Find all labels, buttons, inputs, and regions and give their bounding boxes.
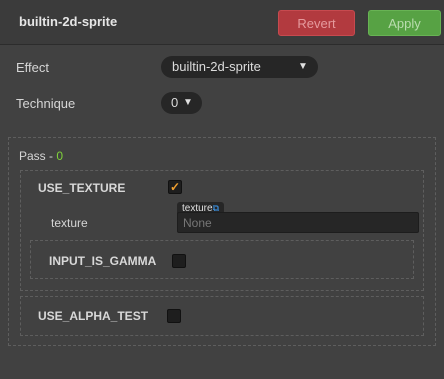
effect-select[interactable]: builtin-2d-sprite ▼	[161, 56, 318, 78]
pass-index: 0	[56, 149, 64, 163]
chevron-down-icon: ▼	[298, 61, 308, 72]
technique-value: 0	[171, 95, 179, 110]
asset-title: builtin-2d-sprite	[19, 14, 118, 29]
texture-label: texture	[51, 216, 88, 230]
use-texture-checkbox[interactable]: ✓	[168, 180, 182, 194]
pass-label: Pass - 0	[19, 149, 63, 163]
checkmark-icon: ✓	[169, 180, 181, 194]
use-alpha-test-label: USE_ALPHA_TEST	[38, 309, 149, 323]
apply-button[interactable]: Apply	[368, 10, 441, 36]
revert-button[interactable]: Revert	[278, 10, 355, 36]
effect-label: Effect	[16, 60, 50, 75]
use-alpha-test-checkbox[interactable]	[167, 309, 181, 323]
effect-value: builtin-2d-sprite	[172, 59, 261, 74]
input-is-gamma-label: INPUT_IS_GAMMA	[49, 254, 157, 268]
input-is-gamma-checkbox[interactable]	[172, 254, 186, 268]
chevron-down-icon: ▼	[183, 97, 193, 108]
inspector-header: builtin-2d-sprite Revert Apply	[0, 0, 444, 45]
use-texture-label: USE_TEXTURE	[38, 181, 126, 195]
texture-asset-field[interactable]: None	[177, 212, 419, 233]
technique-select[interactable]: 0 ▼	[161, 92, 202, 114]
technique-label: Technique	[16, 96, 76, 111]
pass-label-text: Pass -	[19, 149, 57, 163]
